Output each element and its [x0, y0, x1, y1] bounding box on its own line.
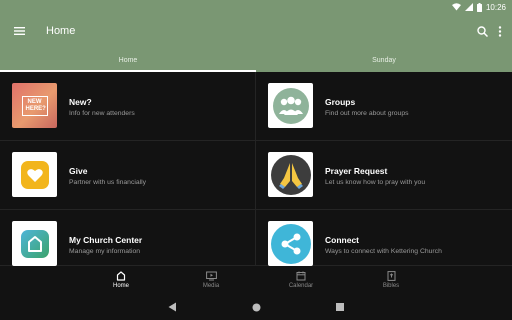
content-grid: NEW HERE? New? Info for new attenders Gr…	[0, 72, 512, 266]
card-title: Groups	[325, 97, 356, 107]
card-give[interactable]: Give Partner with us financially	[0, 141, 256, 210]
church-center-thumbnail	[12, 221, 57, 266]
card-title: Give	[69, 166, 88, 176]
system-navigation-bar	[0, 294, 512, 320]
signal-icon	[464, 3, 473, 11]
status-bar: 10:26	[0, 0, 512, 14]
church-center-home-icon	[20, 229, 49, 258]
hamburger-menu-icon	[13, 27, 25, 35]
media-tv-icon	[205, 271, 217, 281]
battery-icon	[476, 2, 482, 12]
bottom-nav-calendar[interactable]: Calendar	[256, 266, 346, 294]
card-title: Prayer Request	[325, 166, 388, 176]
menu-button[interactable]	[0, 14, 38, 48]
back-icon[interactable]	[168, 302, 177, 312]
bottom-nav-bibles[interactable]: Bibles	[346, 266, 436, 294]
card-subtitle: Ways to connect with Kettering Church	[325, 248, 442, 255]
prayer-thumbnail	[268, 152, 313, 197]
search-icon[interactable]	[477, 25, 488, 37]
groups-icon	[272, 87, 309, 124]
card-subtitle: Partner with us financially	[69, 179, 147, 186]
bottom-nav-media[interactable]: Media	[166, 266, 256, 294]
more-vert-icon[interactable]	[498, 25, 502, 37]
bottom-nav-home[interactable]: Home	[76, 266, 166, 294]
calendar-icon	[296, 271, 306, 281]
praying-hands-icon	[270, 154, 311, 195]
card-my-church-center[interactable]: My Church Center Manage my information	[0, 210, 256, 266]
tab-bar: Home Sunday	[0, 48, 512, 72]
tab-sunday[interactable]: Sunday	[256, 48, 512, 72]
share-icon	[270, 223, 311, 264]
card-connect[interactable]: Connect Ways to connect with Kettering C…	[256, 210, 512, 266]
card-subtitle: Manage my information	[69, 248, 141, 255]
groups-thumbnail	[268, 83, 313, 128]
card-subtitle: Find out more about groups	[325, 110, 409, 117]
card-subtitle: Info for new attenders	[69, 110, 135, 117]
bottom-navigation: Home Media Calendar Bibles	[0, 266, 512, 294]
home-icon	[116, 271, 126, 281]
wifi-icon	[451, 3, 461, 11]
tab-home[interactable]: Home	[0, 48, 256, 72]
card-title: Connect	[325, 235, 359, 245]
card-new[interactable]: NEW HERE? New? Info for new attenders	[0, 72, 256, 141]
give-thumbnail	[12, 152, 57, 197]
card-title: My Church Center	[69, 235, 143, 245]
heart-icon	[20, 160, 49, 189]
page-title: Home	[46, 25, 76, 37]
connect-thumbnail	[268, 221, 313, 266]
card-prayer-request[interactable]: Prayer Request Let us know how to pray w…	[256, 141, 512, 210]
home-circle-icon[interactable]	[252, 303, 261, 312]
bible-book-icon	[387, 271, 395, 281]
new-here-thumbnail: NEW HERE?	[12, 83, 57, 128]
card-subtitle: Let us know how to pray with you	[325, 179, 426, 186]
card-groups[interactable]: Groups Find out more about groups	[256, 72, 512, 141]
app-bar: Home	[0, 14, 512, 48]
card-title: New?	[69, 97, 92, 107]
status-time: 10:26	[485, 2, 506, 12]
recents-icon[interactable]	[336, 303, 344, 311]
